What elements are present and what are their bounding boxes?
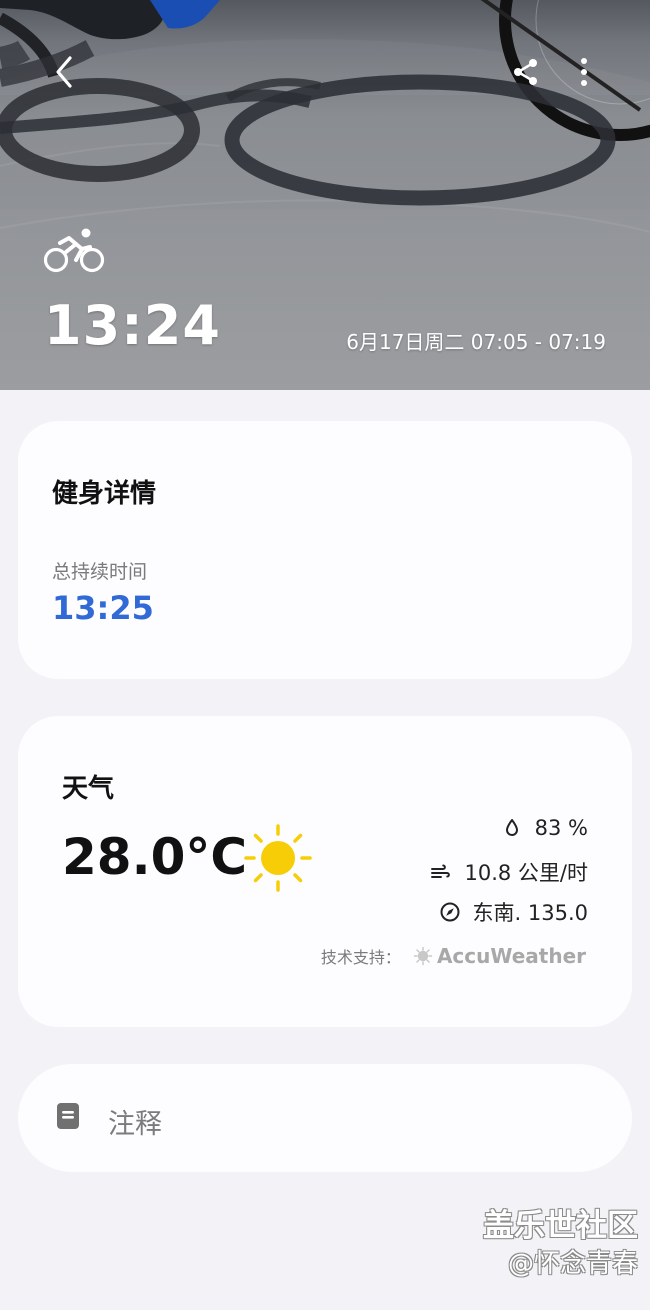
accuweather-logo: AccuWeather (413, 944, 586, 968)
more-options-button[interactable] (560, 48, 608, 96)
wind-icon (431, 864, 451, 878)
provider-name: AccuWeather (436, 944, 586, 968)
more-vert-icon (581, 58, 587, 86)
humidity-row: 83 % (501, 816, 588, 840)
humidity-value: 83 % (534, 816, 588, 840)
watermark-username: @怀念青春 (507, 1248, 638, 1279)
wind-speed-value: 10.8 公里/时 (464, 861, 588, 885)
fitness-details-card: 健身详情 总持续时间 13:25 (18, 421, 632, 679)
cycling-icon (43, 228, 105, 273)
temperature-value: 28.0°C (62, 828, 248, 886)
sun-icon (244, 824, 312, 892)
fitness-details-title: 健身详情 (52, 479, 157, 509)
wind-direction-value: 东南. 135.0 (472, 901, 588, 925)
back-arrow-icon (56, 56, 72, 88)
accuweather-icon (413, 946, 433, 966)
weather-card: 天气 28.0°C 83 % 10.8 公里/时 东南. 135.0 技术支持：… (18, 716, 632, 1027)
weather-title: 天气 (62, 774, 115, 804)
weather-provider-row: 技术支持： AccuWeather (321, 944, 586, 968)
share-button[interactable] (502, 48, 550, 96)
workout-duration: 13:24 (44, 294, 221, 357)
compass-icon (440, 902, 460, 922)
workout-date-range: 6月17日周二 07:05 - 07:19 (346, 330, 606, 354)
humidity-icon (505, 819, 518, 836)
wind-speed-row: 10.8 公里/时 (430, 857, 588, 887)
note-icon (57, 1103, 79, 1129)
workout-hero: 13:24 6月17日周二 07:05 - 07:19 (0, 0, 650, 390)
notes-label: 注释 (108, 1109, 162, 1140)
wind-direction-row: 东南. 135.0 (439, 897, 588, 927)
total-duration-value: 13:25 (52, 589, 154, 627)
notes-field[interactable]: 注释 (18, 1064, 632, 1172)
community-watermark: 盖乐世社区 @怀念青春 (483, 1210, 638, 1278)
powered-by-label: 技术支持： (320, 948, 401, 967)
back-button[interactable] (40, 48, 88, 96)
watermark-title: 盖乐世社区 (483, 1208, 638, 1244)
share-icon (514, 59, 537, 85)
total-duration-label: 总持续时间 (52, 561, 148, 583)
